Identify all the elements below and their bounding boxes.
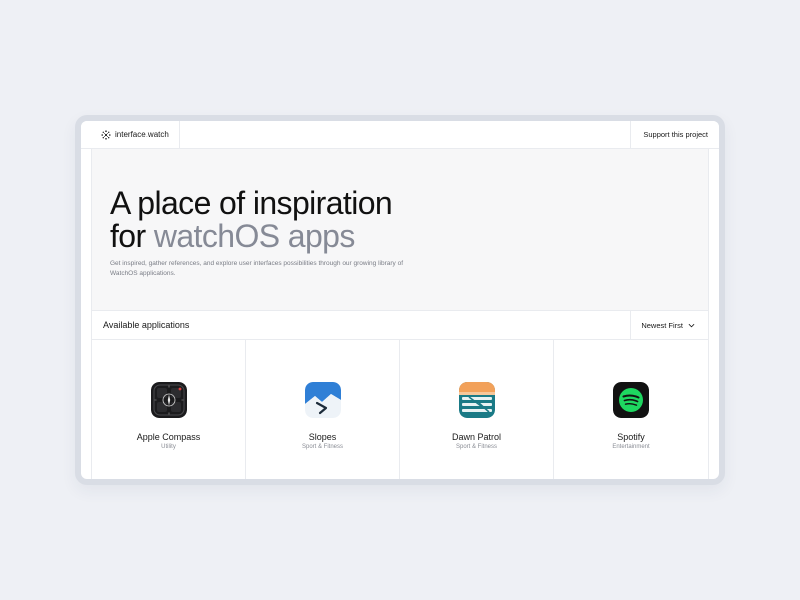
compass-icon [150, 382, 187, 418]
spotify-icon [613, 382, 649, 418]
hero-description: Get inspired, gather references, and exp… [110, 260, 404, 277]
hero-title: A place of inspiration for watchOS apps [110, 187, 708, 253]
applications-header: Available applications Newest First [92, 310, 708, 340]
app-name: Slopes [308, 432, 337, 442]
app-window: interface.watch Support this project A p… [81, 121, 719, 479]
app-card-slopes[interactable]: Slopes Sport & Fitness [246, 340, 400, 479]
app-name: Dawn Patrol [451, 432, 502, 442]
app-category: Sport & Fitness [301, 444, 343, 450]
app-card-spotify[interactable]: Spotify Entertainment [554, 340, 708, 479]
hero-section: A place of inspiration for watchOS apps … [92, 149, 708, 311]
sort-label: Newest First [641, 320, 683, 330]
hero-title-line1: A place of inspiration [110, 185, 393, 221]
support-project-link[interactable]: Support this project [630, 121, 719, 149]
app-card-dawn-patrol[interactable]: Dawn Patrol Sport & Fitness [400, 340, 554, 479]
browser-frame: interface.watch Support this project A p… [75, 115, 725, 485]
chevron-down-icon [688, 323, 695, 327]
app-grid: Apple Compass Utility Slopes Sport & Fit… [92, 340, 708, 479]
app-category: Entertainment [612, 444, 650, 450]
slopes-icon [304, 382, 341, 418]
app-name: Spotify [617, 432, 645, 442]
app-card-apple-compass[interactable]: Apple Compass Utility [92, 340, 246, 479]
sort-dropdown[interactable]: Newest First [630, 310, 708, 340]
applications-title: Available applications [103, 320, 190, 330]
app-name: Apple Compass [136, 432, 201, 442]
dawn-patrol-icon [458, 382, 495, 418]
logo[interactable]: interface.watch [81, 121, 180, 149]
app-category: Utility [161, 444, 176, 450]
logo-text: interface.watch [115, 130, 169, 139]
hero-title-line2-prefix: for [110, 218, 154, 254]
hero-title-highlight: watchOS apps [153, 218, 356, 254]
content-area: A place of inspiration for watchOS apps … [91, 149, 709, 479]
top-bar: interface.watch Support this project [81, 121, 719, 149]
app-category: Sport & Fitness [455, 444, 497, 450]
logo-icon [101, 129, 111, 140]
